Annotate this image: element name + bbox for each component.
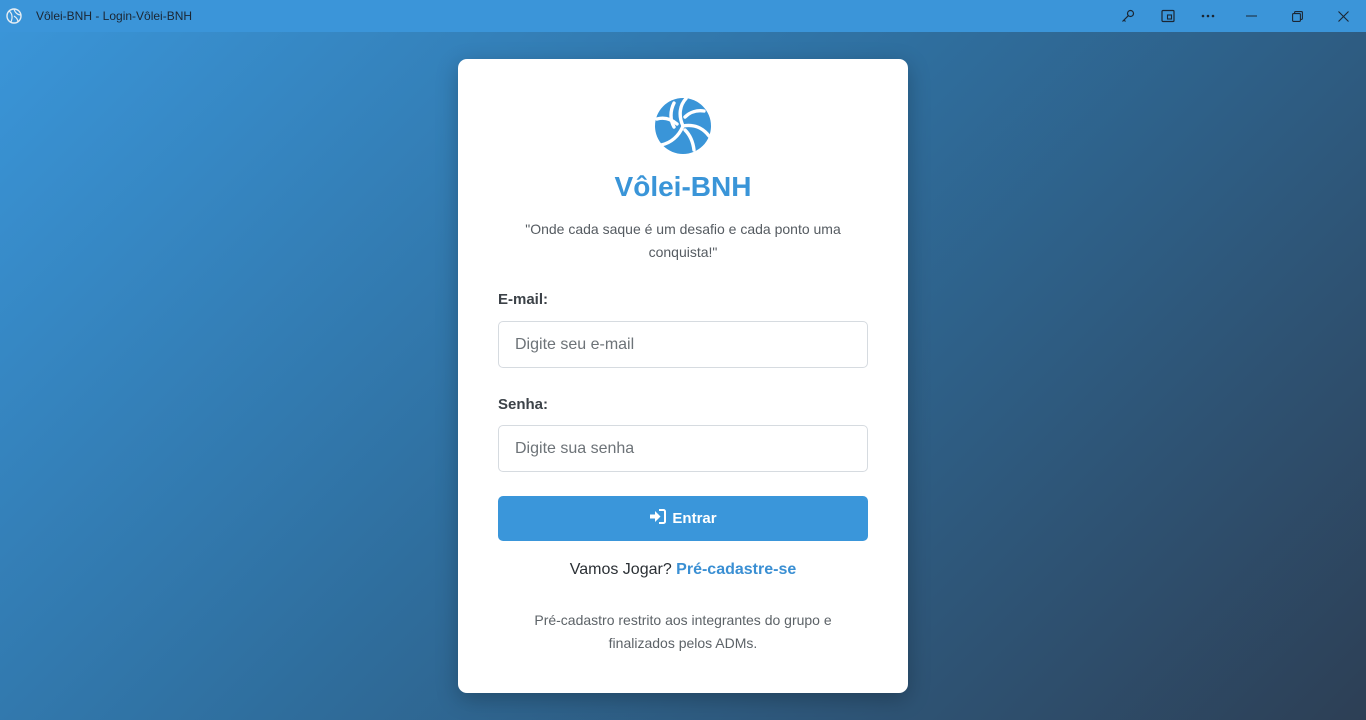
window-titlebar: Vôlei-BNH - Login-Vôlei-BNH [0, 0, 1366, 32]
signup-link[interactable]: Pré-cadastre-se [676, 561, 796, 578]
restore-icon[interactable] [1274, 0, 1320, 32]
password-field[interactable] [498, 425, 868, 472]
window-controls [1108, 0, 1366, 32]
login-card: Vôlei-BNH "Onde cada saque é um desafio … [458, 59, 908, 693]
volleyball-icon [6, 8, 22, 24]
email-field[interactable] [498, 321, 868, 368]
volleyball-logo-icon [654, 96, 712, 155]
signup-prompt: Vamos Jogar? [569, 561, 672, 578]
window-title: Vôlei-BNH - Login-Vôlei-BNH [36, 9, 193, 23]
tagline: "Onde cada saque é um desafio e cada pon… [525, 221, 841, 260]
more-icon[interactable] [1188, 0, 1228, 32]
signup-row: Vamos Jogar? Pré-cadastre-se [458, 561, 908, 579]
signup-note: Pré-cadastro restrito aos integrantes do… [534, 612, 832, 651]
close-icon[interactable] [1320, 0, 1366, 32]
brand-title: Vôlei-BNH [614, 171, 752, 202]
login-button[interactable]: Entrar [498, 496, 868, 541]
page-background: Vôlei-BNH "Onde cada saque é um desafio … [0, 32, 1366, 720]
cast-icon[interactable] [1148, 0, 1188, 32]
login-button-label: Entrar [672, 510, 717, 527]
sign-in-icon [649, 509, 667, 528]
password-label: Senha: [498, 396, 549, 413]
email-label: E-mail: [498, 291, 549, 308]
key-icon[interactable] [1108, 0, 1148, 32]
minimize-icon[interactable] [1228, 0, 1274, 32]
